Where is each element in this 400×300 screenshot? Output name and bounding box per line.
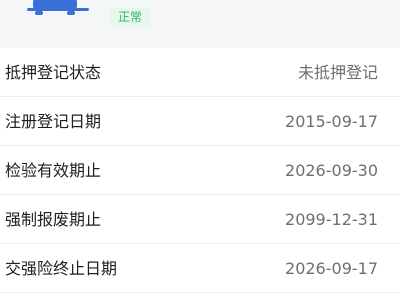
info-row-scrap-deadline: 强制报废期止 2099-12-31 xyxy=(0,195,400,244)
info-row-inspection-expiry: 检验有效期止 2026-09-30 xyxy=(0,146,400,195)
insurance-expiry-label: 交强险终止日期 xyxy=(5,259,118,278)
info-row-insurance-expiry: 交强险终止日期 2026-09-17 xyxy=(0,244,400,293)
status-badge: 正常 xyxy=(110,7,150,27)
vehicle-header: 正常 xyxy=(0,0,400,48)
scrap-deadline-label: 强制报废期止 xyxy=(5,210,102,229)
vehicle-info-page: 正常 抵押登记状态 未抵押登记 注册登记日期 2015-09-17 检验有效期止… xyxy=(0,0,400,300)
inspection-expiry-label: 检验有效期止 xyxy=(5,161,102,180)
scrap-deadline-value: 2099-12-31 xyxy=(285,210,378,229)
info-row-registration-date: 注册登记日期 2015-09-17 xyxy=(0,97,400,146)
registration-date-label: 注册登记日期 xyxy=(5,112,102,131)
vehicle-icon xyxy=(27,0,89,15)
registration-date-value: 2015-09-17 xyxy=(285,112,378,131)
inspection-expiry-value: 2026-09-30 xyxy=(285,161,378,180)
vehicle-info-list: 抵押登记状态 未抵押登记 注册登记日期 2015-09-17 检验有效期止 20… xyxy=(0,48,400,300)
info-row-mortgage-status: 抵押登记状态 未抵押登记 xyxy=(0,48,400,97)
mortgage-status-label: 抵押登记状态 xyxy=(5,63,102,82)
mortgage-status-value: 未抵押登记 xyxy=(297,63,378,82)
insurance-expiry-value: 2026-09-17 xyxy=(285,259,378,278)
